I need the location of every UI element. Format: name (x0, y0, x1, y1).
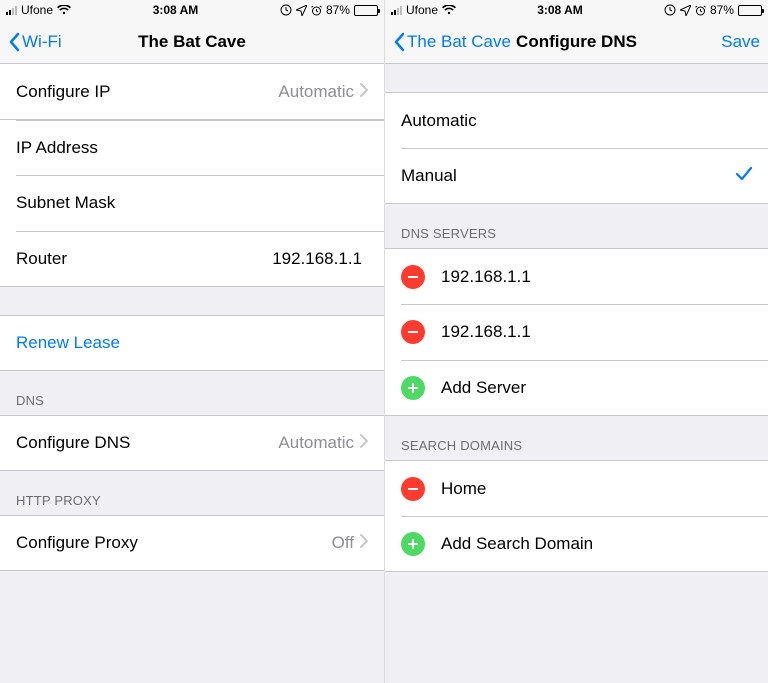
configure-ip-row[interactable]: Configure IP Automatic (0, 64, 384, 120)
chevron-right-icon (360, 82, 368, 102)
row-label: Automatic (401, 111, 752, 131)
search-domain-row[interactable]: Home (385, 460, 768, 516)
add-icon[interactable] (401, 376, 425, 400)
subnet-mask-row: Subnet Mask (0, 175, 384, 231)
row-label: Manual (401, 166, 736, 186)
dns-server-row[interactable]: 192.168.1.1 (385, 248, 768, 304)
row-label: Configure Proxy (16, 533, 332, 553)
chevron-left-icon (8, 32, 20, 52)
signal-icon (391, 5, 402, 15)
router-row: Router 192.168.1.1 (0, 231, 384, 287)
dns-section-header: DNS (0, 371, 384, 415)
search-domain-value: Home (441, 479, 752, 499)
nav-bar: Wi-Fi The Bat Cave (0, 20, 384, 64)
add-search-domain-row[interactable]: Add Search Domain (385, 516, 768, 572)
alarm-icon (311, 5, 322, 16)
configure-proxy-row[interactable]: Configure Proxy Off (0, 515, 384, 571)
wifi-detail-screen: Ufone 3:08 AM 87% Wi-Fi Th (0, 0, 384, 683)
battery-icon (354, 5, 378, 16)
row-label: Configure DNS (16, 433, 278, 453)
location-icon (680, 5, 691, 16)
location-icon (296, 5, 307, 16)
status-time: 3:08 AM (153, 3, 199, 17)
status-time: 3:08 AM (537, 3, 583, 17)
rotation-lock-icon (664, 4, 676, 16)
add-server-row[interactable]: Add Server (385, 360, 768, 416)
row-label: IP Address (16, 138, 368, 158)
carrier-label: Ufone (21, 3, 53, 17)
option-automatic-row[interactable]: Automatic (385, 92, 768, 148)
remove-icon[interactable] (401, 320, 425, 344)
alarm-icon (695, 5, 706, 16)
content: Automatic Manual DNS SERVERS 192.168.1.1… (385, 64, 768, 683)
wifi-icon (442, 5, 456, 15)
dns-server-value: 192.168.1.1 (441, 322, 752, 342)
back-button[interactable]: Wi-Fi (8, 32, 62, 52)
search-domains-header: SEARCH DOMAINS (385, 416, 768, 460)
dns-server-row[interactable]: 192.168.1.1 (385, 304, 768, 360)
carrier-label: Ufone (406, 3, 438, 17)
rotation-lock-icon (280, 4, 292, 16)
save-button[interactable]: Save (721, 32, 760, 52)
chevron-right-icon (360, 433, 368, 453)
battery-percent: 87% (710, 3, 734, 17)
row-label: Router (16, 249, 272, 269)
dns-servers-header: DNS SERVERS (385, 204, 768, 248)
battery-icon (738, 5, 762, 16)
add-search-domain-label: Add Search Domain (441, 534, 752, 554)
status-bar: Ufone 3:08 AM 87% (385, 0, 768, 20)
row-value: 192.168.1.1 (272, 249, 362, 269)
remove-icon[interactable] (401, 265, 425, 289)
chevron-left-icon (393, 32, 405, 52)
configure-dns-screen: Ufone 3:08 AM 87% The Bat Cave (384, 0, 768, 683)
row-value: Automatic (278, 82, 354, 102)
row-value: Off (332, 533, 354, 553)
battery-percent: 87% (326, 3, 350, 17)
renew-lease-row[interactable]: Renew Lease (0, 315, 384, 371)
row-value: Automatic (278, 433, 354, 453)
content: Configure IP Automatic IP Address Subnet… (0, 64, 384, 683)
configure-dns-row[interactable]: Configure DNS Automatic (0, 415, 384, 471)
option-manual-row[interactable]: Manual (385, 148, 768, 204)
row-label: Subnet Mask (16, 193, 368, 213)
add-icon[interactable] (401, 532, 425, 556)
back-button[interactable]: The Bat Cave (393, 32, 511, 52)
wifi-icon (57, 5, 71, 15)
dns-server-value: 192.168.1.1 (441, 267, 752, 287)
row-label: Configure IP (16, 82, 278, 102)
back-label: Wi-Fi (22, 32, 62, 52)
remove-icon[interactable] (401, 477, 425, 501)
renew-lease-label: Renew Lease (16, 333, 120, 353)
http-proxy-section-header: HTTP PROXY (0, 471, 384, 515)
back-label: The Bat Cave (407, 32, 511, 52)
checkmark-icon (736, 166, 752, 186)
nav-bar: The Bat Cave Configure DNS Save (385, 20, 768, 64)
add-server-label: Add Server (441, 378, 752, 398)
signal-icon (6, 5, 17, 15)
ip-address-row: IP Address (0, 119, 384, 175)
status-bar: Ufone 3:08 AM 87% (0, 0, 384, 20)
chevron-right-icon (360, 533, 368, 553)
